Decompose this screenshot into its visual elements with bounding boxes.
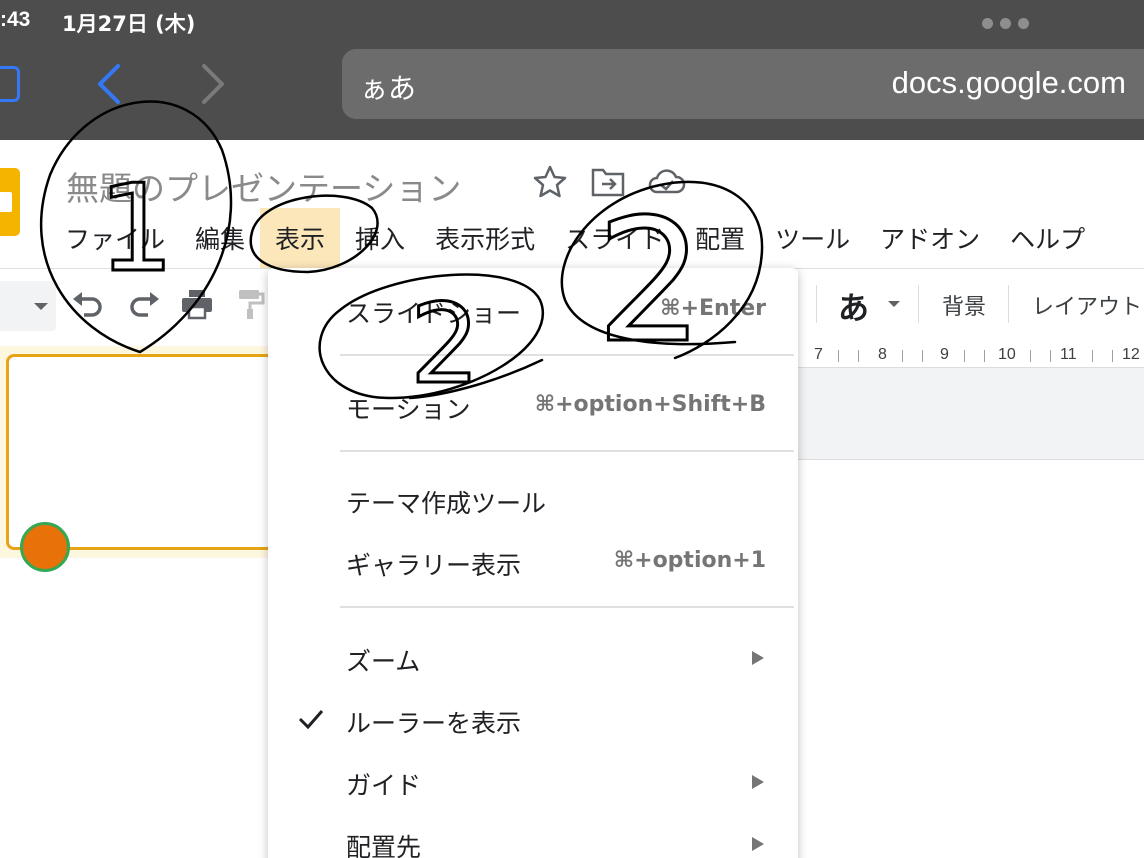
- view-menu-dropdown: スライドショー ⌘+Enter モーション ⌘+option+Shift+B テ…: [268, 268, 798, 858]
- slides-app: 無題のプレゼンテーション ファイル 編集 表示 挿入 表示形式 スライド 配置 …: [0, 140, 1144, 858]
- ruler-number: 7: [814, 346, 823, 363]
- back-chevron-icon[interactable]: [92, 60, 128, 108]
- toolbar-divider: [918, 285, 919, 323]
- ruler-number: 11: [1060, 346, 1077, 363]
- ruler-tick: [984, 350, 985, 362]
- forward-chevron-icon[interactable]: [194, 60, 230, 108]
- submenu-arrow-icon: [752, 775, 764, 789]
- menu-slide[interactable]: スライド: [550, 208, 680, 268]
- paint-format-icon[interactable]: [236, 287, 266, 321]
- submenu-arrow-icon: [752, 651, 764, 665]
- menu-file[interactable]: ファイル: [50, 208, 180, 268]
- ruler-tick: [1092, 350, 1093, 362]
- ruler-tick: [1112, 350, 1113, 362]
- menu-item-label: モーション: [346, 395, 471, 424]
- menu-bar: ファイル 編集 表示 挿入 表示形式 スライド 配置 ツール アドオン ヘルプ: [50, 208, 1100, 268]
- menu-item-shortcut: ⌘+option+1: [613, 548, 766, 573]
- status-time: :43: [0, 8, 31, 31]
- more-dots-icon[interactable]: [982, 18, 1030, 30]
- menu-edit[interactable]: 編集: [180, 208, 260, 268]
- menu-arrange[interactable]: 配置: [680, 208, 760, 268]
- undo-icon[interactable]: [70, 289, 106, 319]
- layout-button[interactable]: レイアウト: [1032, 289, 1142, 321]
- slides-logo-icon[interactable]: [0, 168, 20, 236]
- menu-item-shortcut: ⌘+Enter: [660, 296, 766, 321]
- menu-item-show-ruler[interactable]: ルーラーを表示: [268, 692, 798, 748]
- menu-format[interactable]: 表示形式: [420, 208, 550, 268]
- ruler-tick: [858, 350, 859, 362]
- move-to-folder-icon[interactable]: [590, 166, 626, 198]
- doc-title[interactable]: 無題のプレゼンテーション: [66, 162, 461, 210]
- filmstrip: [0, 346, 296, 572]
- ruler-tick: [1030, 350, 1031, 362]
- menu-item-slideshow[interactable]: スライドショー ⌘+Enter: [268, 282, 798, 338]
- menu-item-theme-builder[interactable]: テーマ作成ツール: [268, 472, 798, 528]
- ruler-number: 10: [998, 346, 1016, 363]
- toolbar-divider: [1008, 285, 1009, 323]
- menu-item-grid-view[interactable]: ギャラリー表示 ⌘+option+1: [268, 534, 798, 590]
- menu-item-zoom[interactable]: ズーム: [268, 630, 798, 686]
- slide-badge-icon: [20, 522, 70, 572]
- ruler-number: 12: [1122, 346, 1140, 363]
- slide-canvas[interactable]: [796, 368, 1144, 460]
- menu-item-shortcut: ⌘+option+Shift+B: [534, 392, 766, 417]
- ruler-tick: [964, 350, 965, 362]
- redo-icon[interactable]: [126, 289, 162, 319]
- menu-divider: [340, 354, 794, 356]
- menu-addons[interactable]: アドオン: [865, 208, 995, 268]
- ruler-number: 9: [940, 346, 949, 363]
- font-caret-icon[interactable]: [888, 301, 900, 307]
- font-button[interactable]: あ: [838, 283, 869, 328]
- status-bar: :43 1月27日 (木): [0, 0, 1144, 40]
- ruler-tick: [902, 350, 903, 362]
- toolbar-divider: [816, 285, 817, 323]
- menu-item-label: テーマ作成ツール: [346, 489, 547, 518]
- menu-tools[interactable]: ツール: [760, 208, 865, 268]
- status-date: 1月27日 (木): [62, 12, 196, 36]
- menu-item-label: ズーム: [346, 647, 421, 676]
- submenu-arrow-icon: [752, 837, 764, 851]
- menu-item-guides[interactable]: ガイド: [268, 754, 798, 810]
- url-text: docs.google.com: [891, 65, 1126, 100]
- checkmark-icon: [298, 710, 324, 730]
- tabs-icon[interactable]: [0, 66, 20, 102]
- menu-item-motion[interactable]: モーション ⌘+option+Shift+B: [268, 378, 798, 434]
- menu-help[interactable]: ヘルプ: [995, 208, 1100, 268]
- address-bar[interactable]: ぁあ docs.google.com: [342, 49, 1144, 119]
- background-button[interactable]: 背景: [942, 289, 986, 321]
- menu-item-snap-to[interactable]: 配置先: [268, 816, 798, 858]
- menu-item-label: スライドショー: [346, 299, 522, 328]
- print-icon[interactable]: [180, 287, 214, 321]
- ruler-tick: [922, 350, 923, 362]
- horizontal-ruler[interactable]: 7 8 9 10 11 12: [796, 344, 1144, 368]
- menu-item-label: 配置先: [346, 833, 422, 858]
- menu-divider: [340, 450, 794, 452]
- ruler-tick: [838, 350, 839, 362]
- safari-toolbar: ぁあ docs.google.com: [0, 40, 1144, 140]
- new-slide-dropdown[interactable]: [0, 281, 56, 331]
- menu-insert[interactable]: 挿入: [340, 208, 420, 268]
- cloud-status-icon[interactable]: [648, 168, 686, 196]
- menu-view[interactable]: 表示: [260, 208, 341, 268]
- menu-item-label: ガイド: [346, 771, 422, 800]
- menu-item-label: ギャラリー表示: [346, 551, 522, 580]
- ruler-tick: [1050, 350, 1051, 362]
- slide-thumbnail[interactable]: [6, 354, 296, 550]
- ruler-number: 8: [878, 346, 887, 363]
- menu-item-label: ルーラーを表示: [346, 709, 522, 738]
- reader-aa-button[interactable]: ぁあ: [360, 67, 416, 107]
- star-icon[interactable]: [532, 164, 568, 200]
- menu-divider: [340, 606, 794, 608]
